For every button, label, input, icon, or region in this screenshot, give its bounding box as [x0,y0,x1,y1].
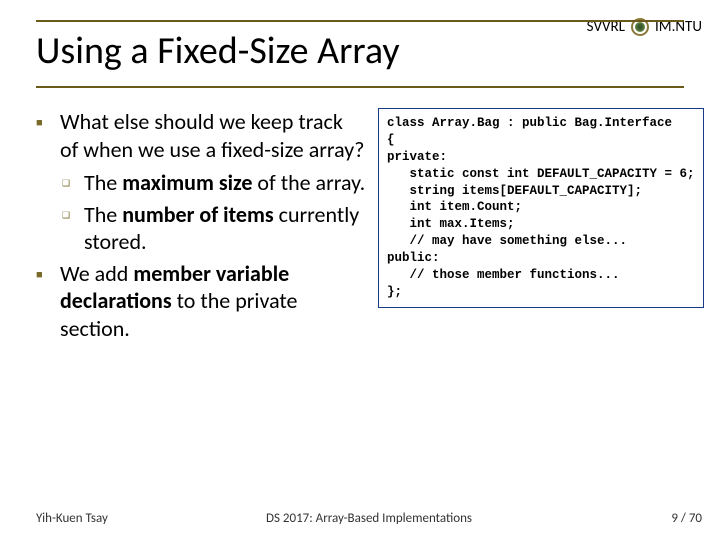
code-line: string items[DEFAULT_CAPACITY]; [387,183,695,200]
code-snippet: class Array.Bag : public Bag.Interface {… [378,108,704,308]
footer-course: DS 2017: Array-Based Implementations [266,511,472,526]
square-bullet-icon: ■ [36,116,50,163]
square-bullet-icon: ❑ [62,178,74,197]
code-line: private: [387,149,695,166]
square-bullet-icon: ■ [36,268,50,343]
bullet-text: What else should we keep track of when w… [60,108,366,163]
code-line: { [387,132,695,149]
sub-bullet-item: ❑ The maximum size of the array. [62,169,366,197]
slide: SVVRL IM.NTU Using a Fixed-Size Array ■ … [0,0,720,540]
bullet-text: The maximum size of the array. [84,169,365,197]
code-line: static const int DEFAULT_CAPACITY = 6; [387,166,695,183]
code-line: // may have something else... [387,233,695,250]
sub-bullet-item: ❑ The number of items currently stored. [62,201,366,256]
slide-title: Using a Fixed-Size Array [36,28,684,74]
bullet-text: The number of items currently stored. [84,201,366,256]
code-line: int max.Items; [387,216,695,233]
square-bullet-icon: ❑ [62,210,74,256]
footer: Yih-Kuen Tsay DS 2017: Array-Based Imple… [36,511,702,526]
bullet-column: ■ What else should we keep track of when… [36,108,366,348]
footer-author: Yih-Kuen Tsay [36,511,108,526]
bullet-item: ■ What else should we keep track of when… [36,108,366,163]
code-line: class Array.Bag : public Bag.Interface [387,115,695,132]
title-bar: Using a Fixed-Size Array [36,20,684,88]
code-line: // those member functions... [387,267,695,284]
bullet-item: ■ We add member variable declarations to… [36,260,366,343]
code-line: }; [387,284,695,301]
footer-page-number: 9 / 70 [671,511,702,526]
code-line: int item.Count; [387,199,695,216]
content-area: ■ What else should we keep track of when… [36,108,702,348]
bullet-text: We add member variable declarations to t… [60,260,366,343]
code-line: public: [387,250,695,267]
